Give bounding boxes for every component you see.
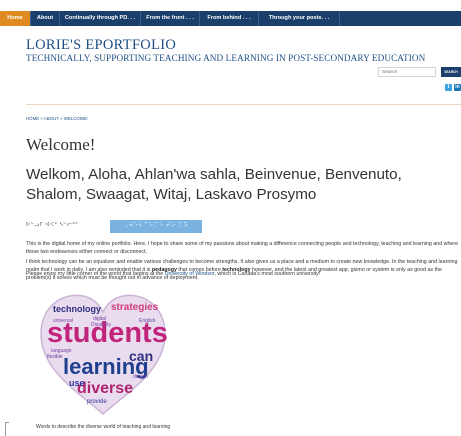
header-divider	[26, 104, 461, 105]
cloud-word: universal	[53, 318, 73, 324]
cloud-word: language	[51, 348, 72, 354]
syllabics-text: ᐅᓪᓗᒥ ᐊᐸᑦ ᓴᓪᓕᑦᑦ	[26, 222, 79, 228]
cloud-word: flexible	[47, 354, 63, 360]
site-subtitle: TECHNICALLY, SUPPORTING TEACHING AND LEA…	[26, 53, 426, 63]
nav-item-posts[interactable]: Through your posts. . .	[259, 11, 340, 26]
frame-edge	[5, 422, 9, 436]
cloud-word: provide	[87, 399, 107, 405]
cloud-word: diverse	[77, 380, 133, 397]
cloud-word: design	[133, 374, 148, 380]
nav-item-about[interactable]: About	[31, 11, 60, 26]
cloud-word: English	[139, 318, 156, 324]
nav-item-home[interactable]: Home	[0, 11, 31, 26]
search-button[interactable]: SEARCH	[441, 67, 461, 77]
cloud-word: strategies	[111, 302, 159, 313]
nav-item-behind[interactable]: From behind . . .	[200, 11, 259, 26]
language-strip: ᐅᓪᓗᒥ ᐊᐸᑦ ᓴᓪᓕᑦᑦ ⠠⠺⠑⠇⠉⠕⠍⠑ ⠞⠕ ⠍⠽	[26, 220, 202, 233]
search-input[interactable]	[378, 67, 436, 77]
para3-text-b: , which is Canada's most southern univer…	[214, 271, 321, 277]
cloud-word: technology	[53, 304, 101, 314]
page-title: Welcome!	[26, 135, 96, 154]
cloud-word: Disability	[91, 322, 112, 328]
intro-paragraph: This is the digital home of my online po…	[26, 241, 459, 255]
closing-paragraph: Please enjoy my little corner of the wor…	[26, 270, 461, 278]
twitter-icon[interactable]: t	[445, 84, 452, 91]
linkedin-icon[interactable]: in	[454, 84, 461, 91]
page: Home About Continually through PD. . . F…	[0, 0, 461, 436]
site-title[interactable]: LORIE'S EPORTFOLIO	[26, 37, 176, 54]
nav-item-pd[interactable]: Continually through PD. . .	[60, 11, 141, 26]
cloud-word: use	[69, 378, 85, 388]
breadcrumb[interactable]: HOME » ABOUT » WELCOME!	[26, 116, 88, 121]
greeting-heading: Welkom, Aloha, Ahlan'wa sahla, Beinvenue…	[26, 166, 402, 203]
para3-text-a: Please enjoy my little corner of the wor…	[26, 271, 165, 277]
image-caption: Words to describe the diverse world of t…	[36, 424, 171, 430]
word-cloud-heart-image[interactable]: technology strategies students can learn…	[33, 282, 173, 422]
main-nav: Home About Continually through PD. . . F…	[0, 11, 461, 26]
university-link[interactable]: University of Windsor	[165, 271, 215, 277]
braille-banner: ⠠⠺⠑⠇⠉⠕⠍⠑ ⠞⠕ ⠍⠽	[110, 220, 202, 233]
nav-item-front[interactable]: From the front . . .	[141, 11, 200, 26]
